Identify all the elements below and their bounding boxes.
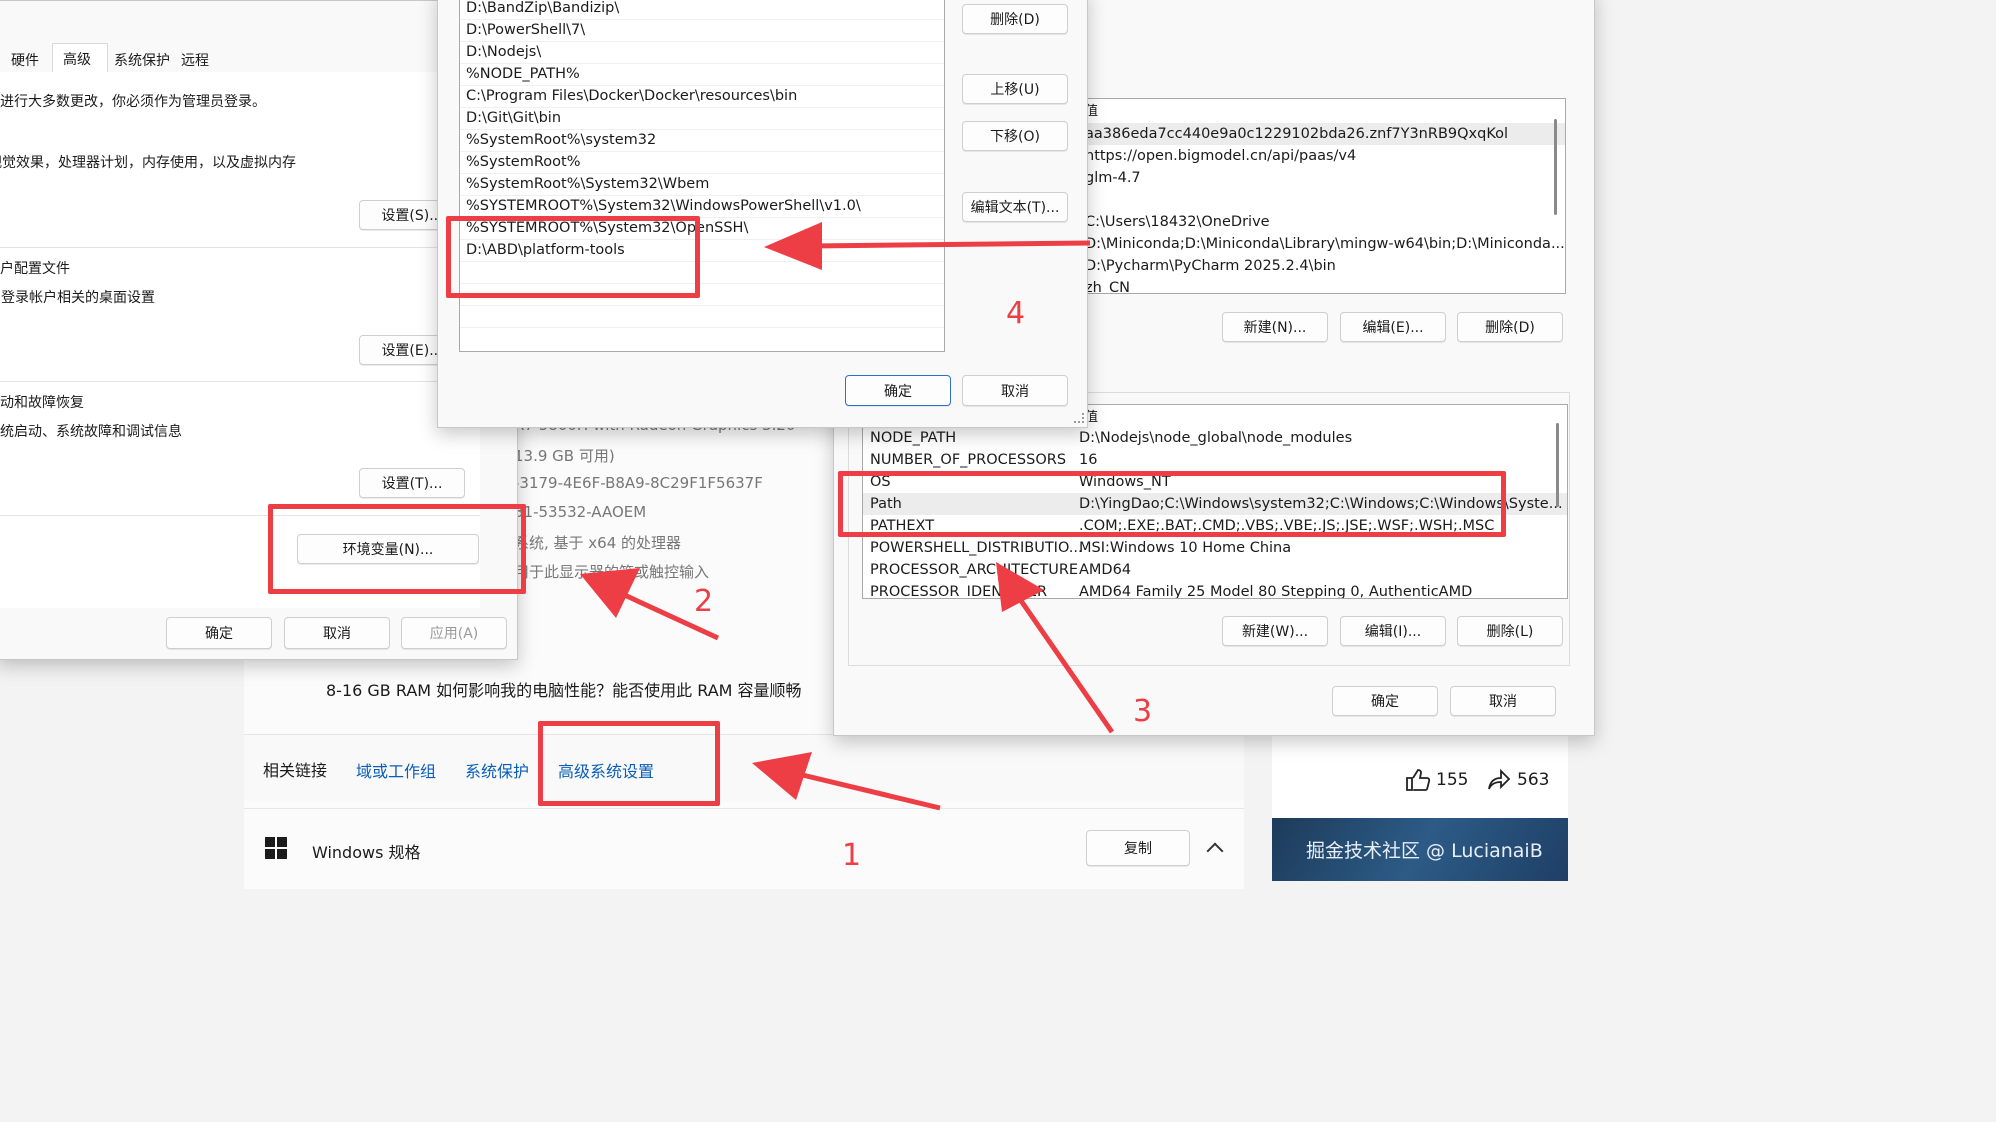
annotation-step4: 4	[1006, 296, 1026, 331]
arrow-step3	[996, 562, 1115, 734]
annotation-arrows	[580, 222, 1115, 811]
annotation-step3: 3	[1133, 694, 1153, 729]
annotation-step2: 2	[694, 584, 714, 619]
annotation-step1: 1	[842, 838, 862, 873]
arrow-step4	[764, 222, 1091, 270]
arrow-step1	[752, 752, 941, 811]
